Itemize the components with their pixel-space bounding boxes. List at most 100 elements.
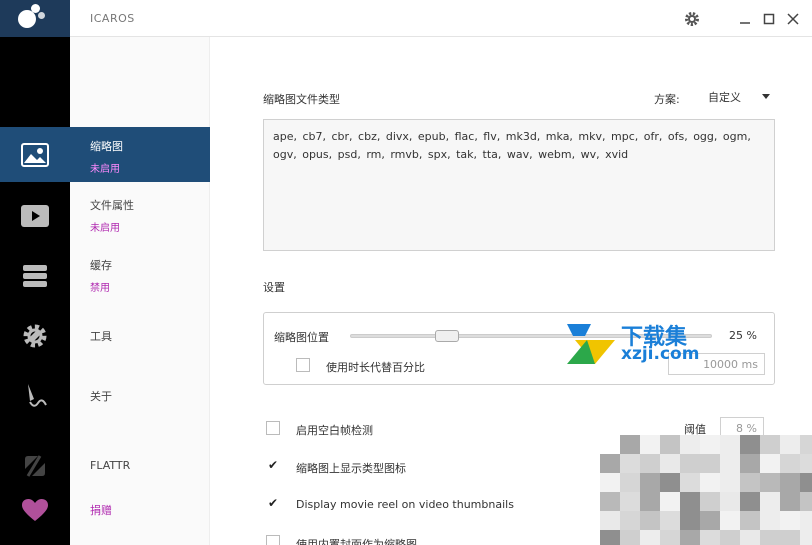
nav-item-flattr[interactable]: FLATTR (70, 459, 210, 472)
mosaic-block (600, 454, 620, 473)
blank-frame-label: 启用空白帧检测 (296, 424, 373, 437)
mosaic-block (760, 435, 780, 454)
app-logo (0, 0, 70, 37)
nav-item-tools[interactable]: 工具 (70, 328, 210, 344)
mosaic-block (760, 454, 780, 473)
use-duration-label: 使用时长代替百分比 (326, 361, 425, 374)
nav-icon-thumbnails[interactable] (0, 127, 70, 182)
nav-item-label: 缓存 (90, 259, 112, 272)
filetypes-label: 缩略图文件类型 (263, 93, 340, 106)
heart-icon (22, 499, 48, 521)
mosaic-block (620, 454, 640, 473)
blank-frame-checkbox[interactable] (266, 421, 280, 435)
position-slider-thumb[interactable] (434, 330, 459, 342)
mosaic-block (740, 473, 760, 492)
nav-item-status: 禁用 (90, 283, 110, 294)
mosaic-block (760, 511, 780, 530)
mosaic-block (680, 492, 700, 511)
mosaic-block (760, 530, 780, 545)
minimize-button[interactable] (739, 13, 751, 25)
mosaic-block (600, 530, 620, 545)
mosaic-block (780, 435, 800, 454)
filetypes-textarea[interactable]: ape, cb7, cbr, cbz, divx, epub, flac, fl… (263, 119, 775, 251)
image-icon (21, 142, 49, 167)
mosaic-block (700, 454, 720, 473)
mosaic-block (800, 492, 812, 511)
nav-icon-about[interactable] (0, 368, 70, 424)
mosaic-block (720, 492, 740, 511)
nav-icon-tools[interactable] (0, 308, 70, 364)
mosaic-block (740, 530, 760, 545)
nav-item-status: 未启用 (90, 223, 120, 234)
nav-item-properties[interactable]: 文件属性 未启用 (70, 197, 210, 234)
mosaic-block (800, 511, 812, 530)
mosaic-block (620, 492, 640, 511)
chevron-down-icon (762, 94, 770, 99)
flattr-icon (25, 455, 45, 477)
mosaic-block (640, 435, 660, 454)
mosaic-block (640, 473, 660, 492)
movie-reel-checkbox[interactable]: ✔ (266, 497, 280, 511)
nav-item-label: 工具 (90, 330, 112, 343)
mosaic-block (680, 454, 700, 473)
nav-item-cache[interactable]: 缓存 禁用 (70, 257, 210, 294)
close-button[interactable] (787, 13, 799, 25)
mosaic-block (660, 473, 680, 492)
position-label: 缩略图位置 (274, 331, 329, 344)
nav-icon-properties[interactable] (0, 188, 70, 244)
mosaic-block (780, 473, 800, 492)
minimize-icon (740, 22, 750, 24)
cover-checkbox[interactable] (266, 535, 280, 545)
mosaic-block (700, 435, 720, 454)
mosaic-block (640, 492, 660, 511)
mosaic-block (620, 530, 640, 545)
watermark: 下载集 xzji.com (565, 322, 715, 368)
movie-reel-label: Display movie reel on video thumbnails (296, 498, 514, 511)
mosaic-block (640, 454, 660, 473)
mosaic-block (620, 511, 640, 530)
mosaic-block (620, 435, 640, 454)
mosaic-block (740, 511, 760, 530)
video-play-icon (21, 205, 49, 227)
maximize-icon (763, 13, 775, 25)
nav-item-status: 未启用 (90, 164, 120, 175)
mosaic-overlay (600, 435, 812, 545)
mosaic-block (760, 473, 780, 492)
mosaic-block (680, 511, 700, 530)
nav-item-label: 关于 (90, 390, 112, 403)
scheme-label: 方案: (654, 93, 680, 106)
title-bar (70, 0, 812, 37)
mosaic-block (780, 511, 800, 530)
mosaic-block (600, 492, 620, 511)
close-icon (787, 13, 799, 25)
mosaic-block (680, 530, 700, 545)
nav-item-label: 捐赠 (90, 504, 112, 517)
mosaic-block (660, 511, 680, 530)
mosaic-block (720, 530, 740, 545)
mosaic-block (800, 454, 812, 473)
nav-item-donate[interactable]: 捐赠 (70, 502, 210, 518)
mosaic-block (700, 511, 720, 530)
mosaic-block (660, 492, 680, 511)
nav-icon-donate[interactable] (0, 482, 70, 538)
watermark-domain: xzji.com (621, 344, 700, 364)
mosaic-block (800, 435, 812, 454)
mosaic-block (720, 454, 740, 473)
settings-button[interactable] (684, 11, 700, 27)
nav-item-label: FLATTR (90, 459, 131, 472)
nav-icon-cache[interactable] (0, 248, 70, 304)
show-type-icon-checkbox[interactable]: ✔ (266, 459, 280, 473)
nav-item-about[interactable]: 关于 (70, 388, 210, 404)
app-title: ICAROS (90, 12, 135, 25)
use-duration-checkbox[interactable] (296, 358, 310, 372)
mosaic-block (760, 492, 780, 511)
position-percent: 25 % (729, 329, 757, 342)
nav-item-thumbnails[interactable]: 缩略图 未启用 (70, 127, 210, 182)
show-type-icon-label: 缩略图上显示类型图标 (296, 462, 406, 475)
mosaic-block (700, 473, 720, 492)
scheme-dropdown[interactable]: 自定义 (700, 86, 776, 108)
maximize-button[interactable] (763, 13, 775, 25)
mosaic-block (720, 435, 740, 454)
settings-label: 设置 (263, 281, 285, 294)
gear-icon (23, 324, 47, 348)
